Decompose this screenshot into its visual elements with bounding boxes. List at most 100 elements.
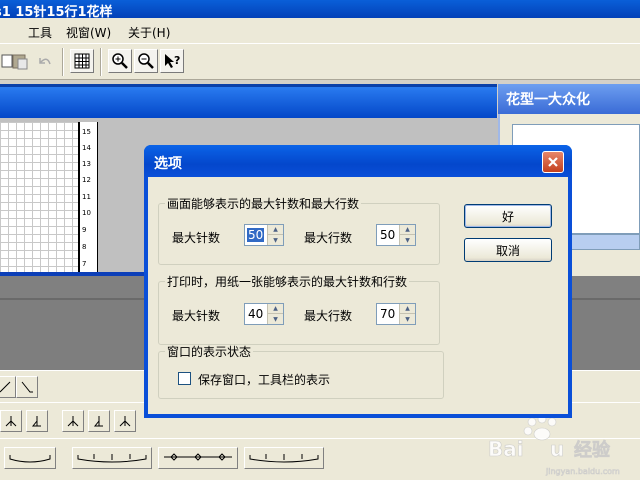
display-limits-legend: 画面能够表示的最大针数和最大行数 bbox=[167, 197, 360, 211]
row-number: 12 bbox=[82, 176, 91, 184]
spin-down-button[interactable]: ▼ bbox=[400, 235, 415, 245]
window-state-legend: 窗口的表示状态 bbox=[167, 345, 252, 359]
stitch-tool-button[interactable] bbox=[16, 376, 38, 398]
stitch-tool-button[interactable] bbox=[0, 410, 22, 432]
stitch-slash-icon bbox=[0, 381, 11, 393]
row-number: 13 bbox=[82, 160, 91, 168]
svg-text:?: ? bbox=[174, 54, 180, 67]
dialog-titlebar: 选项 bbox=[144, 145, 572, 177]
side-panel-title: 花型一大众化 bbox=[506, 92, 590, 108]
print-needles-value[interactable]: 40 bbox=[247, 307, 264, 321]
app-title-bar: s1 15针15行1花样 bbox=[0, 0, 640, 18]
close-icon bbox=[548, 157, 558, 167]
stitch-tool-button[interactable] bbox=[62, 410, 84, 432]
menu-about[interactable]: 关于(H) bbox=[128, 24, 170, 41]
stitch-fork-icon bbox=[67, 416, 79, 427]
dialog-body: 画面能够表示的最大针数和最大行数 最大针数 50 ▲ ▼ 最大行数 50 ▲ ▼… bbox=[148, 177, 568, 414]
print-rows-label: 最大行数 bbox=[304, 309, 353, 323]
display-rows-spinner[interactable]: 50 ▲ ▼ bbox=[376, 224, 416, 246]
row-number: 10 bbox=[82, 209, 91, 217]
zoom-out-icon bbox=[138, 53, 154, 69]
side-panel-titlebar: 花型一大众化 bbox=[498, 84, 640, 114]
zoom-in-icon bbox=[112, 53, 128, 69]
menu-bar: 工具 视窗(W) 关于(H) bbox=[0, 18, 640, 44]
spin-up-button[interactable]: ▲ bbox=[400, 225, 415, 235]
row-number: 11 bbox=[82, 193, 91, 201]
save-window-checkbox-label[interactable]: 保存窗口，工具栏的表示 bbox=[198, 371, 330, 388]
stitch-fork-icon bbox=[93, 416, 103, 427]
stitch-fork-icon bbox=[31, 416, 41, 427]
save-window-checkbox[interactable] bbox=[178, 372, 191, 385]
spinner-arrows: ▲ ▼ bbox=[267, 225, 283, 245]
print-limits-legend: 打印时，用纸一张能够表示的最大针数和行数 bbox=[167, 275, 408, 289]
spin-up-button[interactable]: ▲ bbox=[268, 304, 283, 314]
cancel-button-label: 取消 bbox=[495, 243, 520, 258]
help-pointer-button[interactable]: ? bbox=[160, 49, 184, 73]
pattern-window-titlebar bbox=[0, 84, 497, 118]
stitch-fork-icon bbox=[5, 416, 17, 427]
stitch-diamond-icon bbox=[164, 453, 232, 461]
display-needles-spinner[interactable]: 50 ▲ ▼ bbox=[244, 224, 284, 246]
watermark-logo: Bai u 经验 jingyan.baidu.com bbox=[478, 410, 640, 480]
stitch-tool-button[interactable] bbox=[0, 376, 16, 398]
pattern-grid[interactable] bbox=[0, 122, 80, 272]
menu-window[interactable]: 视窗(W) bbox=[66, 24, 111, 41]
print-rows-value[interactable]: 70 bbox=[379, 307, 396, 321]
spin-down-button[interactable]: ▼ bbox=[268, 235, 283, 245]
ok-button-label: 好 bbox=[501, 209, 514, 224]
row-number: 14 bbox=[82, 144, 91, 152]
row-number: 7 bbox=[82, 260, 87, 268]
row-number: 9 bbox=[82, 226, 87, 234]
toolbar-separator bbox=[100, 48, 102, 76]
stitch-tool-button[interactable] bbox=[114, 410, 136, 432]
stitch-pattern-button[interactable] bbox=[4, 447, 56, 469]
grid-icon bbox=[74, 53, 90, 69]
app-title: s1 15针15行1花样 bbox=[0, 5, 113, 18]
paste-icon bbox=[12, 54, 28, 70]
stitch-pattern-button[interactable] bbox=[244, 447, 324, 469]
cancel-button[interactable]: 取消 bbox=[464, 238, 552, 262]
dialog-title: 选项 bbox=[154, 156, 182, 172]
spin-down-button[interactable]: ▼ bbox=[268, 314, 283, 324]
display-rows-value[interactable]: 50 bbox=[379, 228, 396, 242]
stitch-pattern-button[interactable] bbox=[158, 447, 238, 469]
row-number-ruler: 15 14 13 12 11 10 9 8 7 bbox=[80, 122, 98, 272]
display-needles-label: 最大针数 bbox=[172, 231, 221, 245]
paste-button[interactable] bbox=[8, 49, 32, 73]
toolbar: ? bbox=[0, 44, 640, 80]
spin-up-button[interactable]: ▲ bbox=[400, 304, 415, 314]
help-pointer-icon: ? bbox=[165, 54, 180, 68]
zoom-in-button[interactable] bbox=[108, 49, 132, 73]
svg-text:经验: 经验 bbox=[574, 439, 611, 461]
stitch-slash-icon bbox=[21, 381, 33, 393]
svg-text:jingyan.baidu.com: jingyan.baidu.com bbox=[545, 467, 620, 476]
stitch-curve-icon bbox=[77, 454, 147, 463]
stitch-tool-button[interactable] bbox=[88, 410, 110, 432]
menu-tools[interactable]: 工具 bbox=[28, 24, 52, 41]
svg-text:u: u bbox=[550, 437, 564, 461]
zoom-out-button[interactable] bbox=[134, 49, 158, 73]
stitch-tool-button[interactable] bbox=[26, 410, 48, 432]
row-number: 8 bbox=[82, 243, 87, 251]
close-button[interactable] bbox=[542, 151, 564, 173]
spinner-arrows: ▲ ▼ bbox=[399, 304, 415, 324]
display-rows-label: 最大行数 bbox=[304, 231, 353, 245]
print-rows-spinner[interactable]: 70 ▲ ▼ bbox=[376, 303, 416, 325]
spinner-arrows: ▲ ▼ bbox=[267, 304, 283, 324]
grid-button[interactable] bbox=[70, 49, 94, 73]
ok-button[interactable]: 好 bbox=[464, 204, 552, 228]
print-needles-spinner[interactable]: 40 ▲ ▼ bbox=[244, 303, 284, 325]
svg-text:Bai: Bai bbox=[488, 437, 524, 461]
options-dialog: 选项 画面能够表示的最大针数和最大行数 最大针数 50 ▲ ▼ 最大行数 50 … bbox=[144, 145, 572, 418]
undo-button[interactable] bbox=[32, 49, 56, 73]
row-number: 15 bbox=[82, 128, 91, 136]
stitch-curve-icon bbox=[249, 454, 319, 463]
stitch-fork-icon bbox=[119, 416, 131, 427]
stitch-curve-icon bbox=[9, 455, 51, 463]
stitch-pattern-button[interactable] bbox=[72, 447, 152, 469]
display-needles-value[interactable]: 50 bbox=[247, 228, 265, 242]
spin-up-button[interactable]: ▲ bbox=[268, 225, 283, 235]
spin-down-button[interactable]: ▼ bbox=[400, 314, 415, 324]
toolbar-separator bbox=[62, 48, 64, 76]
undo-icon bbox=[39, 58, 51, 65]
